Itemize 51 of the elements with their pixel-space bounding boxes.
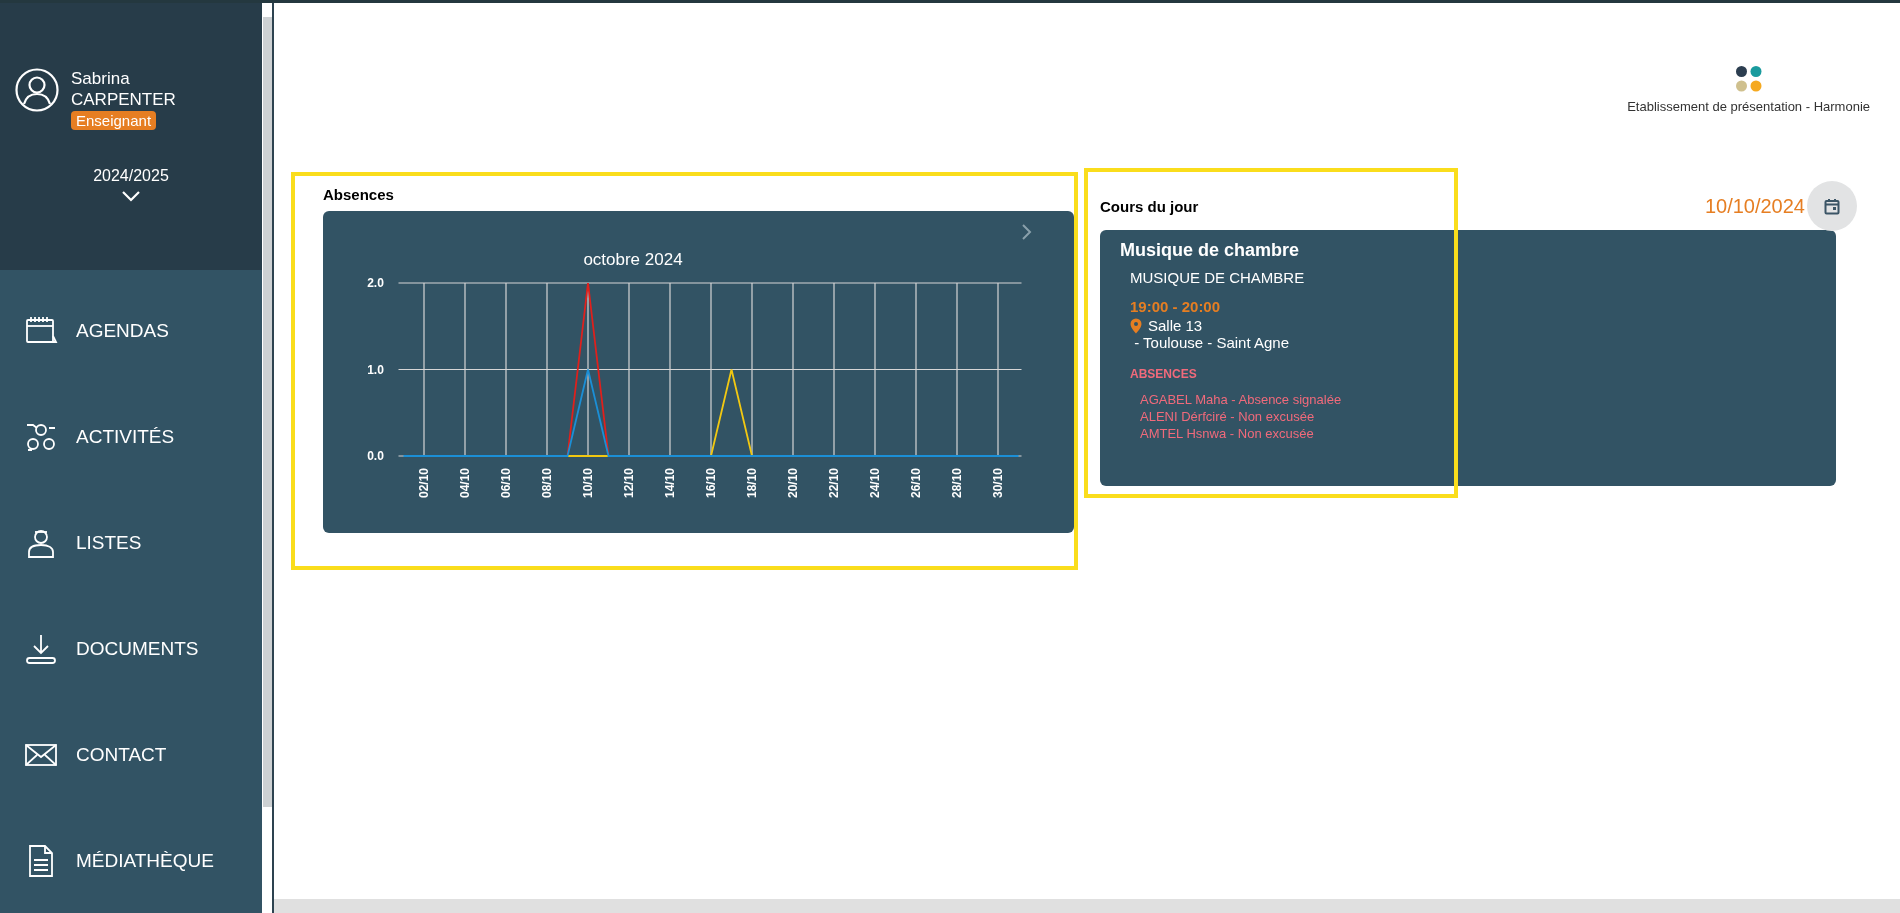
absence-entry: AGABEL Maha - Absence signalée — [1140, 391, 1343, 408]
menu-item[interactable]: DOCUMENTS — [0, 596, 262, 702]
x-axis-label: 04/10 — [458, 468, 472, 499]
selected-date: 10/10/2024 — [1704, 194, 1805, 218]
absence-entry: ALENI Dérfciré - Non excusée — [1140, 408, 1316, 425]
school-year: 2024/2025 — [93, 167, 169, 185]
x-axis-label: 10/10 — [581, 468, 595, 499]
logo-dots-icon — [1734, 65, 1763, 93]
course-subject: MUSIQUE DE CHAMBRE — [1130, 269, 1306, 286]
x-axis-label: 22/10 — [827, 468, 841, 499]
absences-title: Absences — [323, 186, 395, 203]
y-axis-label: 1.0 — [367, 362, 384, 377]
course-time: 19:00 - 20:00 — [1130, 298, 1222, 315]
x-axis-label: 06/10 — [499, 468, 513, 499]
next-month-chevron-icon[interactable] — [1022, 224, 1032, 240]
x-axis-label: 08/10 — [540, 468, 554, 499]
course-room: Salle 13 — [1148, 317, 1203, 334]
menu-item[interactable]: CONTACT — [0, 702, 262, 808]
x-axis-label: 14/10 — [663, 468, 677, 499]
y-axis-label: 0.0 — [367, 449, 384, 463]
absence-entry: AMTEL Hsnwa - Non excusée — [1140, 425, 1315, 442]
location-pin-icon — [1130, 317, 1142, 334]
x-axis-label: 30/10 — [991, 468, 1005, 499]
menu-item[interactable]: ACTIVITÉS — [0, 384, 262, 490]
chart-title: octobre 2024 — [583, 250, 683, 269]
x-axis-label: 26/10 — [909, 468, 923, 499]
year-toggle-chevron-icon[interactable] — [122, 191, 140, 202]
x-axis-label: 12/10 — [622, 468, 636, 499]
x-axis-label: 18/10 — [745, 468, 759, 499]
course-name: Musique de chambre — [1120, 240, 1301, 261]
x-axis-label: 20/10 — [786, 468, 800, 499]
menu-item[interactable]: MÉDIATHÈQUE — [0, 808, 262, 913]
menu-item[interactable]: LISTES — [0, 490, 262, 596]
calendar-button[interactable] — [1807, 181, 1857, 231]
absences-heading: ABSENCES — [1130, 367, 1198, 381]
establishment-name: Etablissement de présentation - Harmonie — [1627, 99, 1870, 114]
user-last-name: CARPENTER — [71, 89, 176, 110]
scrollbar-thumb[interactable] — [262, 17, 272, 807]
user-first-name: Sabrina — [71, 68, 130, 89]
x-axis-label: 02/10 — [417, 468, 431, 499]
x-axis-label: 16/10 — [704, 468, 718, 499]
course-place: - Toulouse - Saint Agne — [1133, 334, 1290, 351]
x-axis-label: 28/10 — [950, 468, 964, 499]
download-icon — [24, 632, 58, 666]
user-avatar-icon — [15, 68, 59, 112]
menu-item[interactable]: AGENDAS — [0, 278, 262, 384]
role-badge: Enseignant — [71, 111, 157, 130]
x-axis-label: 24/10 — [868, 468, 882, 499]
y-axis-label: 2.0 — [367, 276, 384, 290]
calendar-icon — [1824, 197, 1840, 215]
courses-title: Cours du jour — [1100, 197, 1199, 215]
